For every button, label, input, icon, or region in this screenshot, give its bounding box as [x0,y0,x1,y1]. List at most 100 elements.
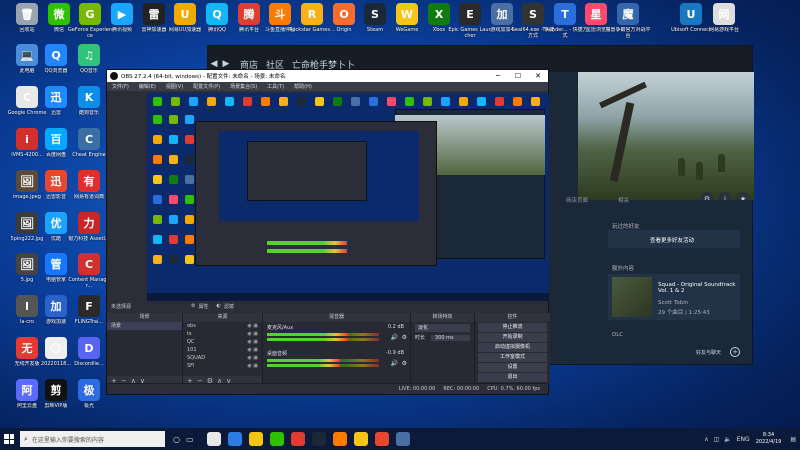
related-link[interactable]: 相关 [618,196,629,204]
maximize-icon[interactable]: ☐ [508,72,528,80]
preview-icon [185,175,194,184]
taskbar-app-icon[interactable] [248,432,263,446]
control-button[interactable]: 启动虚拟摄像机 [478,343,547,352]
add-friend-icon[interactable]: + [730,347,740,357]
start-button[interactable] [0,428,18,450]
gear-icon[interactable]: ⚙ [191,303,195,309]
preview-icon [423,97,432,106]
visibility-icon[interactable]: ◉ ▣ [247,338,258,346]
taskbar-app-icon[interactable] [374,432,389,446]
steam-titlebar[interactable] [208,46,752,56]
scenes-dock-title: 场景 [107,313,182,322]
control-button[interactable]: 退出 [478,373,547,382]
visibility-icon[interactable]: ◉ ▣ [247,346,258,354]
control-button[interactable]: 停止推流 [478,323,547,332]
preview-icon [387,97,396,106]
app-icon: U [680,3,702,25]
volume-icon[interactable]: 🔊 [391,360,398,367]
settings-gear-icon[interactable]: ⚙ [700,192,714,200]
app-icon: 斗 [269,3,291,25]
search-icon: ⌕ [24,434,28,443]
volume-icon[interactable]: 🔈 [724,436,731,443]
obs-menu-item[interactable]: 文件(F) [112,83,129,90]
forward-arrow-icon[interactable]: ▶ [220,59,232,69]
obs-preview-canvas[interactable] [147,93,549,301]
obs-menu-item[interactable]: 配置文件(P) [193,83,220,90]
gear-icon[interactable]: ⚙ [402,334,407,341]
source-item[interactable]: QC ◉ ▣ [183,338,262,346]
taskbar-app-icon[interactable] [311,432,326,446]
obs-menu-item[interactable]: 视图(V) [166,83,183,90]
mic-channel-name: 麦克风/Aux [267,325,294,331]
chevron-up-icon[interactable]: ∧ [704,436,708,443]
app-icon: K [78,86,100,108]
source-item[interactable]: ts ◉ ▣ [183,330,262,338]
obs-menu-item[interactable]: 工具(T) [267,83,284,90]
preview-icon [153,135,162,144]
app-icon: 剪 [45,379,67,401]
properties-button[interactable]: 属性 [199,303,209,310]
app-icon: 百 [45,128,67,150]
taskbar-app-icon[interactable] [290,432,305,446]
preview-icon [531,97,540,106]
minimize-icon[interactable]: ─ [488,72,508,80]
visibility-icon[interactable]: ◉ ▣ [247,354,258,362]
info-icon[interactable]: i [718,192,732,200]
cortana-icon[interactable]: ○ [173,435,180,444]
preview-meter [267,241,347,245]
network-icon[interactable]: ◫ [714,436,720,443]
mic-level-meter [267,333,379,336]
task-view-icon[interactable]: ▭ [186,435,194,444]
close-icon[interactable]: ✕ [528,72,548,80]
friends-panel[interactable]: 查看更多好友活动 [608,230,740,248]
desktop-level-fill [267,359,340,362]
app-icon: 优 [45,212,67,234]
friends-more-link[interactable]: 查看更多好友活动 [650,236,694,244]
taskbar-app-icon[interactable] [395,432,410,446]
taskbar-app-icon[interactable] [332,432,347,446]
filters-button[interactable]: 滤镜 [224,303,234,310]
gear-icon[interactable]: ⚙ [402,360,407,367]
source-item[interactable]: SFI ◉ ▣ [183,362,262,370]
friends-chat-button[interactable]: 好友与聊天 + [696,346,740,358]
language-indicator[interactable]: ENG [737,436,750,443]
taskbar-app-icon[interactable] [227,432,242,446]
taskbar-app-icon[interactable] [269,432,284,446]
source-item[interactable]: obs ◉ ▣ [183,322,262,330]
game-hero-image: ⚙ i ★ [578,72,754,200]
source-item[interactable]: 101 ◉ ▣ [183,346,262,354]
obs-menu-item[interactable]: 帮助(H) [294,83,312,90]
preview-icon [185,235,194,244]
obs-menu-item[interactable]: 编辑(E) [139,83,156,90]
visibility-icon[interactable]: ◉ ▣ [247,322,258,330]
back-arrow-icon[interactable]: ◀ [208,59,220,69]
scene-item[interactable]: 场景 [107,322,182,330]
taskbar-app-icon[interactable] [206,432,221,446]
obs-menu-item[interactable]: 场景集合(S) [230,83,257,90]
additional-content-heading: 额外内容 [612,266,635,272]
transition-select[interactable]: 淡化 [415,324,470,332]
notification-icon[interactable]: ▤ [790,436,796,443]
control-button[interactable]: 工作室模式 [478,353,547,362]
app-icon: S [522,3,544,25]
desktop-icon[interactable]: 魔魔兽争霸官方对战平台 [605,3,651,39]
favorite-star-icon[interactable]: ★ [736,192,750,200]
obs-window[interactable]: OBS 27.2.4 (64-bit, windows) - 配置文件: 未命名… [106,69,550,395]
store-page-link[interactable]: 商店页面 [566,196,588,204]
visibility-icon[interactable]: ◉ ▣ [247,362,258,370]
filter-icon[interactable]: ◐ [217,303,221,309]
clock[interactable]: 8:34 2022/4/19 [756,432,782,446]
taskbar-search[interactable]: ⌕ 在这里输入你要搜索的内容 [20,431,165,447]
control-button[interactable]: 开始录制 [478,333,547,342]
obs-titlebar[interactable]: OBS 27.2.4 (64-bit, windows) - 配置文件: 未命名… [107,70,548,82]
app-icon: 极 [78,379,100,401]
volume-icon[interactable]: 🔊 [391,334,398,341]
taskbar-app-icon[interactable] [353,432,368,446]
desktop-icon[interactable]: 网网易游戏平台 [701,3,747,33]
source-name: obs [187,323,196,329]
source-item[interactable]: SQUAD ◉ ▣ [183,354,262,362]
control-button[interactable]: 设置 [478,363,547,372]
visibility-icon[interactable]: ◉ ▣ [247,330,258,338]
soundtrack-card[interactable]: Squad - Original Soundtrack Vol. 1 & 2 S… [608,274,740,320]
duration-input[interactable]: 300 ms [431,334,470,341]
